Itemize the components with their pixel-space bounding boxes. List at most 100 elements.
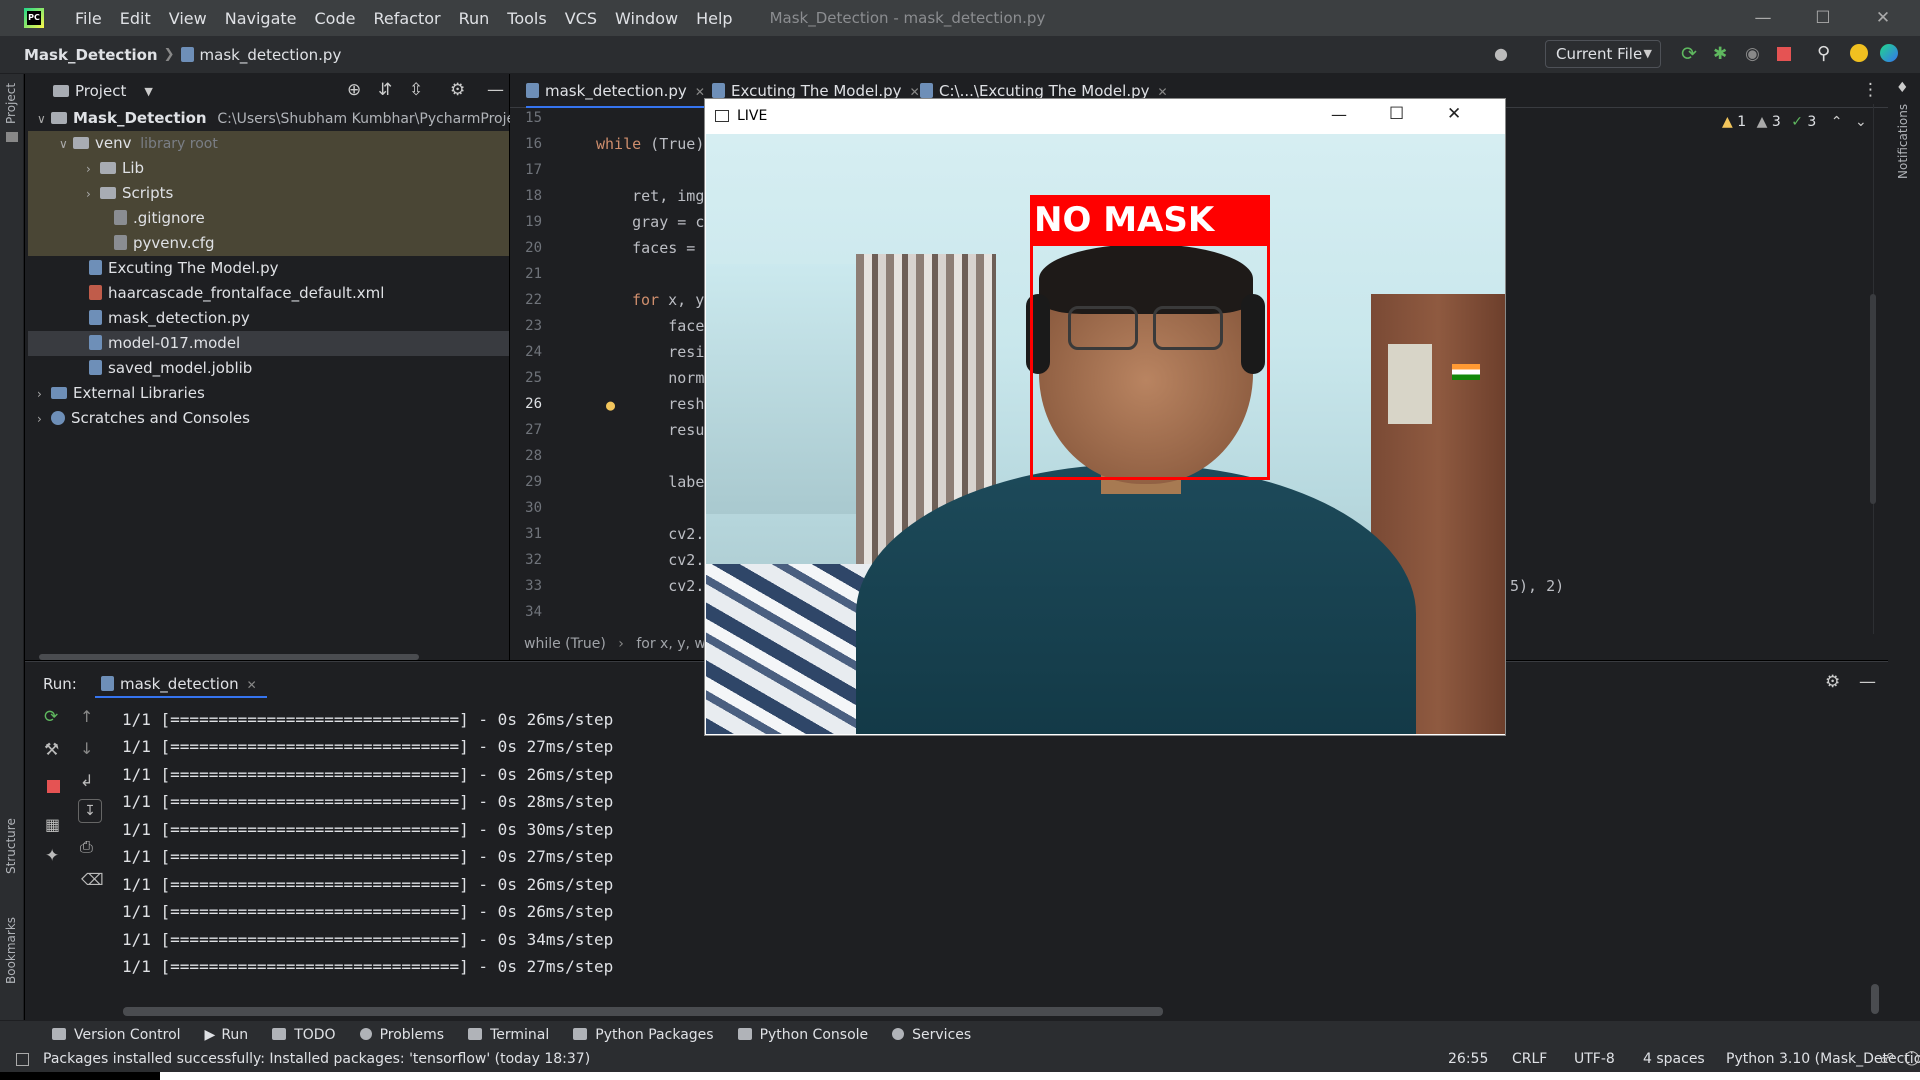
tree-item-excuting-model[interactable]: Excuting The Model.py	[25, 256, 509, 281]
soft-wrap-icon[interactable]: ↲	[80, 771, 93, 790]
arrow-up-icon[interactable]: ↑	[80, 707, 93, 726]
tool-services[interactable]: Services	[892, 1027, 971, 1043]
project-panel-title[interactable]: Project	[75, 82, 126, 100]
close-icon[interactable]: ✕	[1447, 104, 1461, 124]
project-panel: Project ▼ ⊕ ⇵ ⇳ ⚙ — ∨ Mask_Detection C:\U…	[25, 74, 540, 660]
maximize-icon[interactable]: ☐	[1389, 104, 1404, 124]
tree-item-project-root[interactable]: ∨ Mask_Detection C:\Users\Shubham Kumbhar…	[25, 106, 540, 131]
memory-icon[interactable]: ◯	[1904, 1050, 1920, 1066]
arrow-down-icon[interactable]: ↓	[80, 739, 93, 758]
indent-setting[interactable]: 4 spaces	[1643, 1051, 1705, 1067]
nav-file[interactable]: mask_detection.py	[200, 46, 342, 64]
menu-edit[interactable]: Edit	[111, 9, 160, 28]
editor-scrollbar[interactable]	[1870, 294, 1876, 504]
tree-item-pyvenv[interactable]: pyvenv.cfg	[28, 231, 509, 256]
menu-run[interactable]: Run	[450, 9, 499, 28]
wrench-icon[interactable]: ⚒	[44, 740, 59, 760]
file-encoding[interactable]: UTF-8	[1574, 1051, 1615, 1067]
bell-icon[interactable]: ♦	[1896, 80, 1909, 96]
tree-item-haarcascade[interactable]: haarcascade_frontalface_default.xml	[25, 281, 509, 306]
close-icon[interactable]: ✕	[695, 85, 705, 99]
stop-icon[interactable]	[1777, 47, 1791, 61]
tab-mask-detection[interactable]: mask_detection.py ✕	[526, 74, 705, 108]
status-message[interactable]: Packages installed successfully: Install…	[43, 1051, 590, 1067]
update-icon[interactable]	[1850, 44, 1868, 62]
chevron-down-icon[interactable]: ▼	[144, 85, 152, 98]
locate-icon[interactable]: ⊕	[347, 80, 361, 100]
code-line: cv2.p	[596, 577, 714, 595]
project-tool-label[interactable]: Project	[4, 83, 18, 124]
menu-code[interactable]: Code	[306, 9, 365, 28]
menu-vcs[interactable]: VCS	[556, 9, 606, 28]
coverage-icon[interactable]: ◉	[1745, 44, 1765, 64]
console-vertical-scrollbar[interactable]	[1871, 984, 1879, 1014]
lock-icon[interactable]: ☍	[1880, 1051, 1894, 1067]
console-output[interactable]: 1/1 [==============================] - 0…	[97, 702, 1897, 976]
tree-item-external-libraries[interactable]: › External Libraries	[25, 381, 509, 406]
gear-icon[interactable]: ⚙	[1825, 672, 1840, 692]
minimize-icon[interactable]: —	[1331, 105, 1347, 124]
menu-help[interactable]: Help	[687, 9, 741, 28]
run-config-select[interactable]: Current File ▼	[1545, 40, 1661, 68]
caret-position[interactable]: 26:55	[1448, 1051, 1488, 1067]
tool-problems[interactable]: Problems	[359, 1027, 444, 1043]
ai-assistant-icon[interactable]	[1880, 44, 1898, 62]
hide-panel-icon[interactable]: —	[487, 80, 504, 100]
tree-item-mask-detection[interactable]: mask_detection.py	[25, 306, 509, 331]
tree-item-scripts[interactable]: › Scripts	[28, 181, 509, 206]
tree-item-venv[interactable]: ∨ venv library root	[28, 131, 509, 156]
right-tool-strip: ♦ Notifications	[1888, 74, 1920, 1020]
tool-terminal[interactable]: Terminal	[468, 1027, 549, 1043]
hide-panel-icon[interactable]: —	[1859, 672, 1876, 692]
more-tabs-icon[interactable]: ⋮	[1862, 80, 1879, 100]
debug-icon[interactable]: ✱	[1713, 44, 1733, 64]
expand-all-icon[interactable]: ⇵	[378, 80, 392, 100]
pin-icon[interactable]: ✦	[45, 846, 59, 866]
run-tab[interactable]: mask_detection ✕	[95, 667, 267, 698]
menu-file[interactable]: File	[66, 9, 111, 28]
breadcrumb-item[interactable]: for x, y, w,	[636, 636, 710, 652]
rerun-icon[interactable]: ⟳	[1681, 44, 1701, 64]
tree-item-gitignore[interactable]: .gitignore	[28, 206, 509, 231]
live-window-titlebar[interactable]: LIVE — ☐ ✕	[705, 99, 1505, 133]
horizontal-scrollbar[interactable]	[39, 654, 419, 660]
close-icon[interactable]: ✕	[247, 678, 257, 692]
close-icon[interactable]: ✕	[910, 85, 920, 99]
tree-item-model[interactable]: model-017.model	[28, 331, 509, 356]
toggle-panels-icon[interactable]	[16, 1053, 29, 1066]
tool-todo[interactable]: TODO	[272, 1027, 336, 1043]
line-separator[interactable]: CRLF	[1512, 1051, 1547, 1067]
collapse-all-icon[interactable]: ⇳	[409, 80, 423, 100]
tool-run[interactable]: ▶ Run	[205, 1027, 249, 1043]
tool-label: Version Control	[74, 1026, 181, 1043]
structure-tool-label[interactable]: Structure	[4, 818, 18, 874]
tool-python-console[interactable]: Python Console	[737, 1027, 868, 1043]
breadcrumb-item[interactable]: while (True)	[524, 636, 606, 652]
minimize-icon[interactable]: —	[1734, 0, 1792, 36]
tree-item-lib[interactable]: › Lib	[28, 156, 509, 181]
notifications-tool-label[interactable]: Notifications	[1896, 104, 1910, 179]
tree-item-saved-model[interactable]: saved_model.joblib	[25, 356, 509, 381]
search-icon[interactable]: ⚲	[1817, 44, 1837, 64]
maximize-icon[interactable]: ☐	[1794, 0, 1852, 36]
tool-version-control[interactable]: Version Control	[52, 1027, 181, 1043]
close-icon[interactable]: ✕	[1158, 85, 1168, 99]
user-icon[interactable]: ●	[1494, 44, 1514, 64]
tool-python-packages[interactable]: Python Packages	[573, 1027, 714, 1043]
layout-icon[interactable]: ▦	[45, 815, 60, 834]
console-horizontal-scrollbar[interactable]	[123, 1007, 1163, 1016]
menu-view[interactable]: View	[160, 9, 216, 28]
tree-item-scratches[interactable]: › Scratches and Consoles	[25, 406, 509, 431]
menu-refactor[interactable]: Refactor	[364, 9, 449, 28]
menu-tools[interactable]: Tools	[498, 9, 555, 28]
rerun-icon[interactable]: ⟳	[44, 707, 58, 727]
bookmarks-tool-label[interactable]: Bookmarks	[4, 917, 18, 984]
tree-item-label: External Libraries	[73, 384, 205, 402]
menu-window[interactable]: Window	[606, 9, 687, 28]
gear-icon[interactable]: ⚙	[450, 80, 465, 100]
menu-navigate[interactable]: Navigate	[216, 9, 306, 28]
stop-icon[interactable]	[47, 780, 60, 793]
close-icon[interactable]: ✕	[1854, 0, 1912, 36]
nav-project[interactable]: Mask_Detection	[24, 46, 158, 64]
print-icon[interactable]: ⎙	[80, 837, 93, 857]
